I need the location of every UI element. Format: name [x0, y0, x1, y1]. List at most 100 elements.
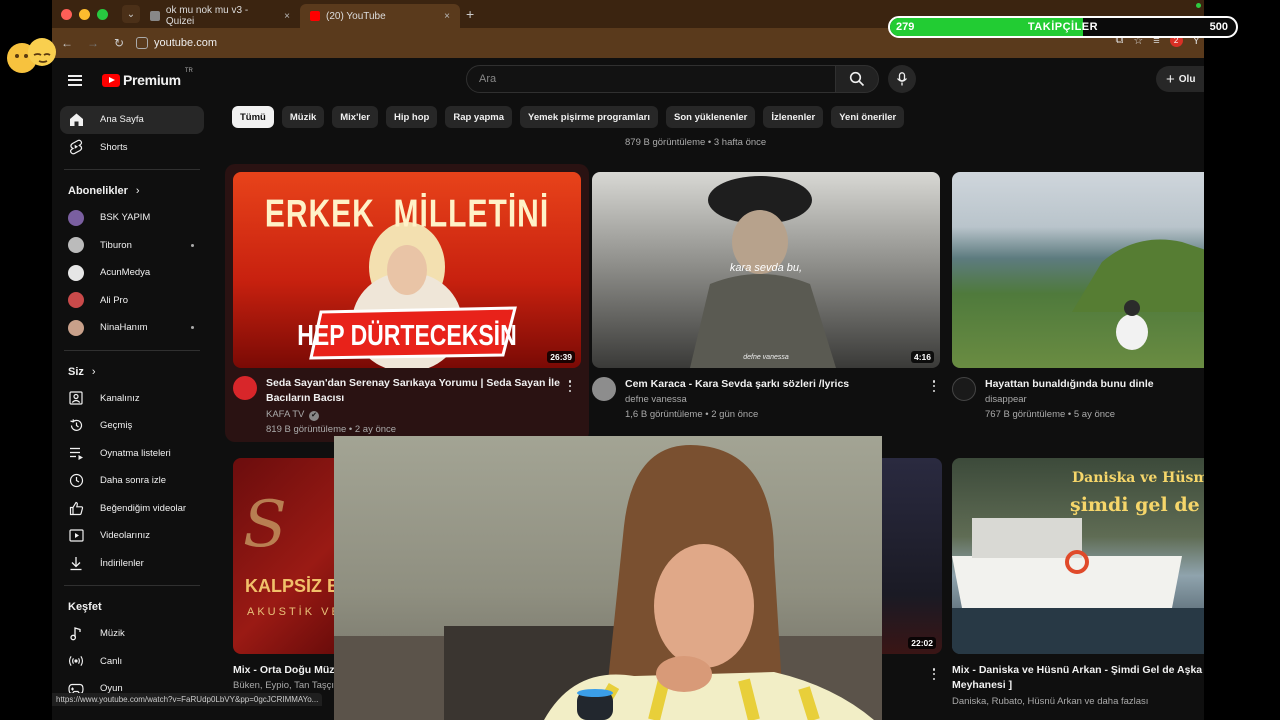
video-thumbnail[interactable]: Daniska ve Hüsmi Ark şimdi gel de aşk	[952, 458, 1204, 654]
video-title[interactable]: Mix - Daniska ve Hüsnü Arkan - Şimdi Gel…	[952, 663, 1204, 693]
video-title[interactable]: Cem Karaca - Kara Sevda şarkı sözleri /l…	[625, 377, 915, 392]
tab-search-button[interactable]: ⌄	[122, 5, 140, 23]
sidebar-item-bsk-yapim[interactable]: BSK YAPIM	[60, 204, 204, 232]
tab-youtube[interactable]: (20) YouTube ×	[300, 4, 460, 28]
sidebar-item-shorts[interactable]: Shorts	[60, 134, 204, 162]
chip-watched[interactable]: İzlenenler	[763, 106, 824, 128]
chip-hip-hop[interactable]: Hip hop	[385, 106, 438, 128]
chip-recently-uploaded[interactable]: Son yüklenenler	[666, 106, 756, 128]
more-actions-icon[interactable]	[932, 380, 936, 392]
sidebar-item-tiburon[interactable]: Tiburon	[60, 232, 204, 260]
explore-heading-label: Keşfet	[68, 601, 102, 613]
emoji-overlay-icon	[7, 38, 56, 73]
url-field[interactable]: youtube.com	[136, 37, 217, 49]
sidebar-item-label: Tiburon	[100, 239, 132, 251]
channel-avatar[interactable]	[952, 377, 976, 401]
sidebar-item-ali-pro[interactable]: Ali Pro	[60, 287, 204, 315]
thumbnail-watermark: defne vanessa	[743, 354, 789, 361]
video-card[interactable]: Daniska ve Hüsmi Ark şimdi gel de aşk Mi…	[952, 458, 1204, 708]
microphone-icon	[896, 72, 908, 86]
more-actions-icon[interactable]	[568, 380, 572, 392]
follower-goal-count: 500	[1209, 21, 1228, 33]
sidebar-item-playlists[interactable]: Oynatma listeleri	[60, 440, 204, 468]
thumbs-up-icon	[68, 500, 84, 516]
youtube-premium-logo[interactable]: Premium TR	[102, 68, 193, 88]
logo-text: Premium	[123, 72, 181, 88]
video-thumbnail[interactable]: kara sevda bu, defne vanessa 4:16	[592, 172, 940, 368]
chip-mixes[interactable]: Mix'ler	[332, 106, 378, 128]
close-window-button[interactable]	[61, 8, 72, 20]
video-card[interactable]: Hayattan bunaldığında bunu dinle disappe…	[952, 172, 1204, 432]
forward-arrow-icon[interactable]: →	[82, 36, 104, 50]
sidebar-item-watch-later[interactable]: Daha sonra izle	[60, 467, 204, 495]
minimize-window-button[interactable]	[79, 8, 90, 20]
create-button[interactable]: + Olu	[1156, 66, 1204, 92]
subscriptions-heading[interactable]: Abonelikler ›	[52, 178, 212, 204]
new-tab-button[interactable]: +	[466, 6, 474, 22]
thumbnail-script-art: S	[243, 488, 287, 562]
chip-rap[interactable]: Rap yapma	[445, 106, 513, 128]
chip-cooking-shows[interactable]: Yemek pişirme programları	[520, 106, 658, 128]
video-card[interactable]: kara sevda bu, defne vanessa 4:16 Cem Ka…	[592, 172, 942, 432]
sidebar-item-liked-videos[interactable]: Beğendiğim videolar	[60, 495, 204, 523]
sidebar-item-home[interactable]: Ana Sayfa	[60, 106, 204, 134]
channel-avatar[interactable]	[233, 376, 257, 400]
video-thumbnail[interactable]: 22:02	[882, 458, 942, 654]
sidebar-item-ninahanim[interactable]: NinaHanım	[60, 314, 204, 342]
chip-all[interactable]: Tümü	[232, 106, 274, 128]
video-card[interactable]: ERKEK MİLLETİNİ HEP DÜRTECEKSİN 26:39 Se…	[225, 164, 589, 442]
video-title[interactable]: Seda Sayan'dan Serenay Sarıkaya Yorumu |…	[266, 376, 566, 406]
video-thumbnail[interactable]	[952, 172, 1204, 368]
you-heading-label: Siz	[68, 365, 84, 378]
sidebar-item-history[interactable]: Geçmiş	[60, 412, 204, 440]
chevron-right-icon: ›	[135, 185, 140, 197]
url-text: youtube.com	[154, 37, 217, 49]
music-icon	[68, 626, 84, 642]
channel-avatar[interactable]	[592, 377, 616, 401]
back-arrow-icon[interactable]: ←	[56, 36, 78, 50]
channel-name[interactable]: Daniska, Rubato, Hüsnü Arkan ve daha faz…	[952, 696, 1148, 707]
voice-search-button[interactable]	[888, 65, 916, 93]
video-duration: 22:02	[908, 637, 936, 649]
tab-title: (20) YouTube	[326, 10, 386, 22]
sidebar-item-downloads[interactable]: İndirilenler	[60, 550, 204, 578]
youtube-play-logo-icon	[102, 73, 120, 87]
sidebar-item-label: Kanalınız	[100, 392, 140, 404]
live-indicator-dot	[1196, 3, 1201, 8]
playlist-icon	[68, 445, 84, 461]
sidebar-item-your-videos[interactable]: Videolarınız	[60, 522, 204, 550]
subscriptions-heading-label: Abonelikler	[68, 185, 128, 197]
channel-name[interactable]: defne vanessa	[625, 394, 687, 405]
sidebar-item-music[interactable]: Müzik	[60, 620, 204, 648]
new-content-dot	[191, 326, 194, 330]
maximize-window-button[interactable]	[97, 8, 108, 20]
menu-icon[interactable]	[68, 74, 82, 86]
reload-icon[interactable]: ↻	[108, 36, 130, 50]
channel-name[interactable]: KAFA TV ✔	[266, 409, 320, 421]
chip-new-to-you[interactable]: Yeni öneriler	[831, 106, 905, 128]
tab-close-icon[interactable]: ×	[284, 11, 290, 22]
search-button[interactable]	[835, 65, 879, 93]
you-heading[interactable]: Siz ›	[52, 359, 212, 385]
chip-music[interactable]: Müzik	[281, 106, 325, 128]
history-icon	[68, 418, 84, 434]
sidebar-item-label: Oynatma listeleri	[100, 447, 171, 459]
channel-name[interactable]: Büken, Eypio, Tan Taşçı	[233, 680, 334, 691]
sidebar-item-label: Geçmiş	[100, 420, 133, 432]
search-input[interactable]: Ara	[466, 65, 836, 93]
sidebar-item-your-channel[interactable]: Kanalınız	[60, 385, 204, 413]
thumbnail-caption: kara sevda bu,	[729, 262, 803, 274]
site-info-icon[interactable]	[136, 37, 148, 49]
video-card[interactable]: 22:02	[882, 458, 942, 683]
tab-quizei[interactable]: ok mu nok mu v3 - Quizei ×	[140, 4, 300, 28]
sidebar-item-live[interactable]: Canlı	[60, 648, 204, 676]
webcam-feed	[334, 445, 882, 720]
tab-close-icon[interactable]: ×	[444, 11, 450, 22]
video-thumbnail[interactable]: ERKEK MİLLETİNİ HEP DÜRTECEKSİN 26:39	[233, 172, 581, 368]
new-content-dot	[191, 243, 194, 247]
video-title[interactable]: Hayattan bunaldığında bunu dinle	[985, 377, 1200, 392]
sidebar-item-acunmedya[interactable]: AcunMedya	[60, 259, 204, 287]
channel-name[interactable]: disappear	[985, 394, 1027, 405]
more-actions-icon[interactable]	[932, 668, 936, 680]
sidebar-item-label: Daha sonra izle	[100, 475, 167, 487]
